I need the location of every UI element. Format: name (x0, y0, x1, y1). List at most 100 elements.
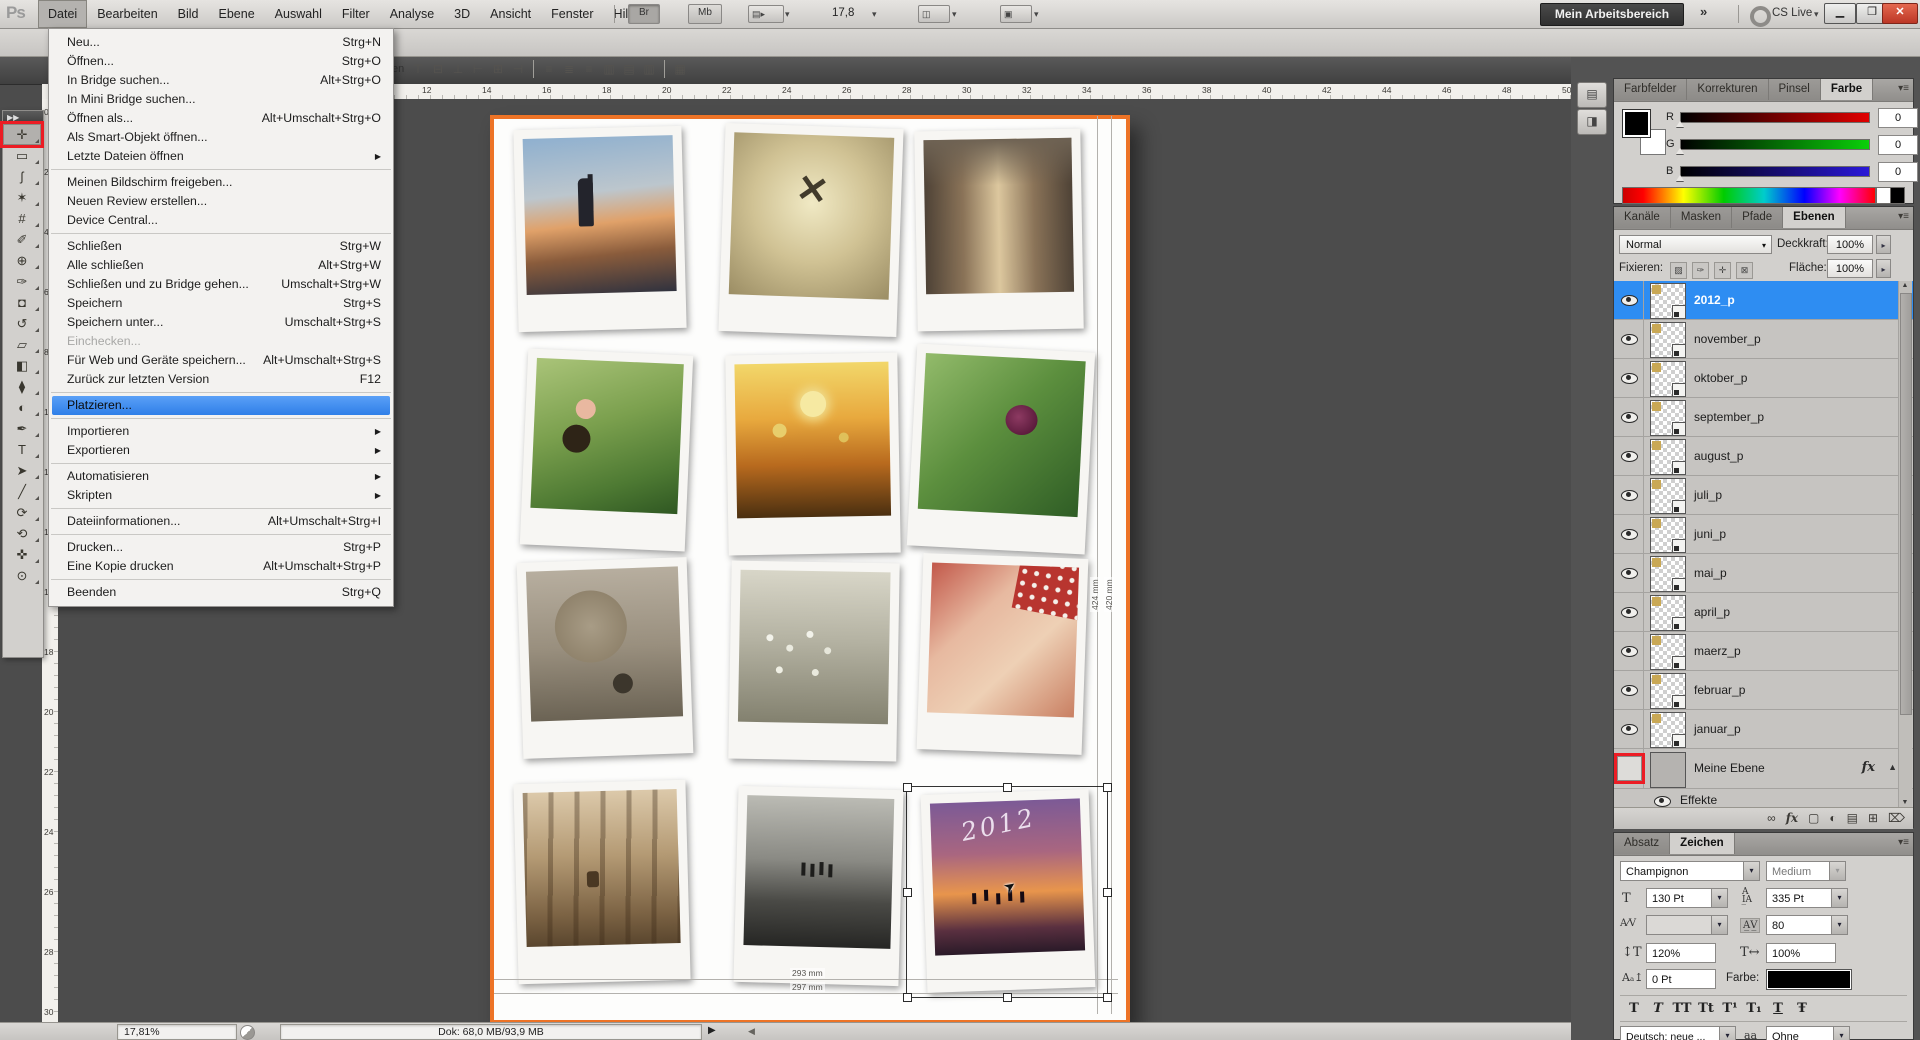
file-menu-item-in-mini-bridge-suchen[interactable]: In Mini Bridge suchen... (49, 90, 393, 109)
layer-row-april-p[interactable]: april_p (1614, 593, 1913, 632)
rectangular-marquee-tool[interactable]: ▭ (3, 145, 41, 166)
faux-bold-button[interactable]: T (1622, 1001, 1646, 1019)
align-left-edges-icon[interactable]: ⊢ (468, 59, 488, 79)
file-menu-item-neuen-review-erstellen[interactable]: Neuen Review erstellen... (49, 192, 393, 211)
opacity-value[interactable]: 100% (1827, 235, 1873, 254)
minimize-button[interactable]: ▁ (1824, 3, 1856, 24)
white-swatch[interactable] (1876, 187, 1891, 204)
all-caps-button[interactable]: TT (1670, 1001, 1694, 1019)
layer-row-oktober-p[interactable]: oktober_p (1614, 359, 1913, 398)
layer-thumbnail[interactable] (1650, 712, 1686, 748)
lock-all-icon[interactable]: ⊠ (1736, 262, 1753, 279)
move-tool[interactable]: ✛ (3, 124, 41, 145)
tab-pfade[interactable]: Pfade (1732, 207, 1783, 228)
distribute-left-edges-icon[interactable]: ▥ (599, 59, 619, 79)
layer-thumbnail[interactable] (1650, 322, 1686, 358)
underline-button[interactable]: T (1766, 1001, 1790, 1019)
chevron-down-icon[interactable]: ▾ (1814, 9, 1819, 20)
file-menu-item-meinen-bildschirm-freigeben[interactable]: Meinen Bildschirm freigeben... (49, 173, 393, 192)
slider-pointer-icon[interactable] (1676, 121, 1684, 127)
layer-row-mai-p[interactable]: mai_p (1614, 554, 1913, 593)
workspace-overflow-button[interactable]: » (1700, 4, 1707, 19)
blur-tool[interactable]: ⧫ (3, 376, 41, 397)
photo-jumping-person[interactable] (718, 123, 903, 337)
file-menu-item-platzieren[interactable]: Platzieren... (52, 396, 390, 415)
eye-icon[interactable] (1621, 373, 1638, 384)
transform-handle[interactable] (903, 993, 912, 1002)
layer-visibility-cell[interactable] (1614, 398, 1644, 436)
file-menu-item-in-bridge-suchen[interactable]: In Bridge suchen...Alt+Strg+O (49, 71, 393, 90)
collapse-effects-icon[interactable]: ▲ (1888, 762, 1897, 772)
panel-menu-icon[interactable]: ▾≡ (1898, 211, 1909, 222)
layer-thumbnail[interactable] (1650, 673, 1686, 709)
file-menu-item-f-r-web-und-ger-te-speichern[interactable]: Für Web und Geräte speichern...Alt+Umsch… (49, 351, 393, 370)
transform-handle[interactable] (1003, 783, 1012, 792)
align-bottom-edges-icon[interactable]: ⊥ (448, 59, 468, 79)
new-group-icon[interactable]: ▤ (1847, 808, 1858, 829)
layer-visibility-cell[interactable] (1614, 515, 1644, 553)
fill-spinner[interactable]: ▸ (1876, 259, 1891, 278)
layer-visibility-cell[interactable] (1614, 476, 1644, 514)
panel-menu-icon[interactable]: ▾≡ (1898, 83, 1909, 94)
menu-fenster[interactable]: Fenster (541, 0, 603, 28)
tab-korrekturen[interactable]: Korrekturen (1687, 79, 1768, 100)
chevron-down-icon[interactable]: ▾ (952, 9, 957, 20)
layer-row-august-p[interactable]: august_p (1614, 437, 1913, 476)
file-menu-item-drucken[interactable]: Drucken...Strg+P (49, 538, 393, 557)
photo-dandelion-sunset[interactable] (725, 353, 900, 556)
menu-bild[interactable]: Bild (168, 0, 209, 28)
language-select[interactable]: Deutsch: neue ...▾ (1620, 1026, 1736, 1040)
layer-visibility-cell[interactable] (1614, 554, 1644, 592)
eye-icon[interactable] (1621, 451, 1638, 462)
subscript-button[interactable]: T₁ (1742, 1001, 1766, 1019)
status-arrow-icon[interactable]: ▶ (708, 1025, 716, 1036)
file-menu-item-als-smart-objekt-ffnen[interactable]: Als Smart-Objekt öffnen... (49, 128, 393, 147)
file-menu-item-schlie-en[interactable]: SchließenStrg+W (49, 237, 393, 256)
photo-girl-with-goat[interactable] (520, 348, 693, 551)
collapse-tools-icon[interactable]: ▶▶ (3, 111, 43, 124)
tab-farbe[interactable]: Farbe (1821, 79, 1873, 100)
dodge-tool[interactable]: ◐ (3, 397, 41, 418)
scroll-left-icon[interactable]: ◀ (748, 1026, 755, 1037)
tracking-field[interactable]: 80▾ (1766, 915, 1848, 935)
layer-visibility-cell[interactable] (1614, 281, 1644, 319)
menu-3d[interactable]: 3D (444, 0, 480, 28)
eye-icon[interactable] (1621, 568, 1638, 579)
photo-group-on-hill[interactable] (733, 786, 903, 986)
eye-icon[interactable] (1621, 412, 1638, 423)
tab-zeichen[interactable]: Zeichen (1670, 833, 1734, 854)
hand-tool[interactable]: ✜ (3, 544, 41, 565)
menu-ansicht[interactable]: Ansicht (480, 0, 541, 28)
file-menu-item-eine-kopie-drucken[interactable]: Eine Kopie druckenAlt+Umschalt+Strg+P (49, 557, 393, 576)
file-menu-item-automatisieren[interactable]: Automatisieren▶ (49, 467, 393, 486)
history-brush-tool[interactable]: ↺ (3, 313, 41, 334)
photo-beach-silhouette[interactable] (513, 126, 686, 332)
layer-row-januar-p[interactable]: januar_p (1614, 710, 1913, 749)
file-menu-item-letzte-dateien-ffnen[interactable]: Letzte Dateien öffnen▶ (49, 147, 393, 166)
zoom-percent-field[interactable]: 17,81% (117, 1024, 237, 1040)
transform-handle[interactable] (903, 783, 912, 792)
fill-value[interactable]: 100% (1827, 259, 1873, 278)
line-tool[interactable]: ╱ (3, 481, 41, 502)
distribute-vertical-centers-icon[interactable]: ≣ (559, 59, 579, 79)
small-caps-button[interactable]: Tt (1694, 1001, 1718, 1019)
anti-alias-select[interactable]: Ohne▾ (1766, 1026, 1850, 1040)
type-tool[interactable]: T (3, 439, 41, 460)
layer-thumbnail[interactable] (1650, 361, 1686, 397)
history-panel-icon[interactable]: ▤ (1577, 82, 1607, 108)
menu-filter[interactable]: Filter (332, 0, 380, 28)
delete-layer-icon[interactable]: ⌦ (1888, 808, 1905, 829)
align-right-edges-icon[interactable]: ⊣ (508, 59, 528, 79)
effects-row[interactable]: Effekte (1614, 789, 1913, 807)
file-menu-item-device-central[interactable]: Device Central... (49, 211, 393, 230)
layer-thumbnail[interactable] (1650, 517, 1686, 553)
file-menu-item-dateiinformationen[interactable]: Dateiinformationen...Alt+Umschalt+Strg+I (49, 512, 393, 531)
layer-visibility-cell[interactable] (1614, 749, 1644, 788)
slider-pointer-icon[interactable] (1676, 175, 1684, 181)
panel-menu-icon[interactable]: ▾≡ (1898, 837, 1909, 848)
transform-handle[interactable] (903, 888, 912, 897)
font-size-field[interactable]: 130 Pt▾ (1646, 888, 1728, 908)
layer-thumbnail[interactable] (1650, 478, 1686, 514)
layer-row-meine-ebene[interactable]: Meine Ebenefx▲ (1614, 749, 1913, 789)
transform-handle[interactable] (1103, 993, 1112, 1002)
